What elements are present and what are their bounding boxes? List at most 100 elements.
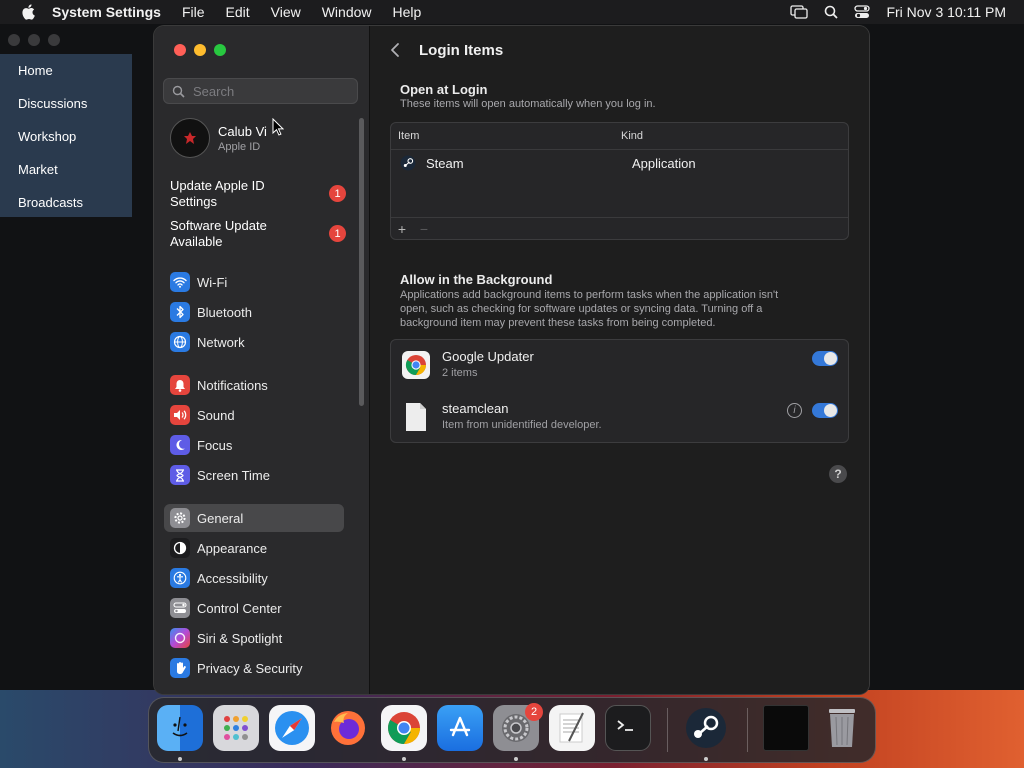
sidebar-item-label: Sound (197, 407, 235, 423)
column-header-kind[interactable]: Kind (621, 130, 643, 142)
sidebar-scrollbar[interactable] (359, 118, 364, 406)
sidebar-item-label: Wi-Fi (197, 274, 228, 290)
column-header-item[interactable]: Item (398, 130, 419, 142)
firefox-icon[interactable] (325, 705, 371, 751)
search-input[interactable] (191, 82, 345, 100)
trash-icon[interactable] (819, 705, 865, 751)
bluetooth-icon (170, 302, 190, 322)
back-chevron-icon[interactable] (390, 42, 400, 63)
sidebar-item-label: Appearance (197, 540, 268, 556)
remove-item-button[interactable]: − (413, 221, 435, 237)
sidebar-item-notifications[interactable]: Notifications (164, 371, 344, 399)
switches-icon (170, 598, 190, 618)
open-at-login-title: Open at Login (400, 82, 488, 97)
zoom-button[interactable] (214, 44, 226, 56)
login-items-table: Item Kind Steam Application + − (390, 122, 849, 240)
background-window-controls (8, 34, 60, 46)
steam-icon (400, 155, 416, 174)
terminal-icon[interactable] (605, 705, 651, 751)
dock: 2 (148, 697, 876, 763)
bg-nav-market[interactable]: Market (0, 153, 132, 186)
page-title: Login Items (419, 42, 504, 59)
software-update-alert[interactable]: Software Update Available 1 (170, 218, 350, 250)
textedit-icon[interactable] (549, 705, 595, 751)
minimize-button[interactable] (194, 44, 206, 56)
control-center-icon[interactable] (854, 5, 871, 19)
menu-edit[interactable]: Edit (226, 4, 250, 20)
app-store-icon[interactable] (437, 705, 483, 751)
sidebar-item-appearance[interactable]: Appearance (164, 534, 344, 562)
steam-icon[interactable] (683, 705, 729, 751)
bg-nav-home[interactable]: Home (0, 54, 132, 87)
running-indicator (514, 757, 518, 761)
subtitle-line: Applications add background items to per… (400, 289, 779, 301)
sidebar-item-label: Focus (197, 437, 233, 453)
search-field[interactable] (163, 78, 358, 104)
open-at-login-subtitle: These items will open automatically when… (400, 98, 656, 110)
update-apple-id-alert[interactable]: Update Apple ID Settings 1 (170, 178, 350, 210)
help-button[interactable]: ? (829, 465, 847, 483)
list-item: Google Updater 2 items (391, 340, 848, 392)
menu-clock[interactable]: Fri Nov 3 10:11 PM (886, 4, 1006, 20)
sidebar-item-label: Bluetooth (197, 304, 252, 320)
bell-icon (170, 375, 190, 395)
google-updater-toggle[interactable] (812, 351, 838, 366)
notification-badge: 1 (329, 185, 346, 202)
sidebar-item-general[interactable]: General (164, 504, 344, 532)
menu-window[interactable]: Window (322, 4, 372, 20)
speaker-icon (170, 405, 190, 425)
running-indicator (402, 757, 406, 761)
menu-file[interactable]: File (182, 4, 205, 20)
add-item-button[interactable]: + (391, 221, 413, 237)
safari-icon[interactable] (269, 705, 315, 751)
search-icon (172, 85, 185, 98)
sidebar-item-focus[interactable]: Focus (164, 431, 344, 459)
menu-bar: System Settings File Edit View Window He… (0, 0, 1024, 24)
sidebar-item-bluetooth[interactable]: Bluetooth (164, 298, 344, 326)
sidebar-item-label: General (197, 510, 244, 526)
bg-nav-workshop[interactable]: Workshop (0, 120, 132, 153)
alert-line: Software Update (170, 218, 267, 233)
window-controls (174, 44, 226, 56)
background-item-name: Google Updater (442, 349, 534, 364)
sidebar-item-network[interactable]: Network (164, 328, 344, 356)
sidebar-item-accessibility[interactable]: Accessibility (164, 564, 344, 592)
siri-icon (170, 628, 190, 648)
close-button[interactable] (174, 44, 186, 56)
wifi-icon (170, 272, 190, 292)
sidebar-item-screen-time[interactable]: Screen Time (164, 461, 344, 489)
sidebar-item-siri-spotlight[interactable]: Siri & Spotlight (164, 624, 344, 652)
login-item-kind: Application (632, 156, 696, 171)
window-icon[interactable] (763, 705, 809, 751)
launchpad-icon[interactable] (213, 705, 259, 751)
sidebar-item-label: Privacy & Security (197, 660, 303, 676)
menu-app-name[interactable]: System Settings (52, 4, 161, 20)
table-header: Item Kind (391, 123, 848, 150)
sidebar-item-wifi[interactable]: Wi-Fi (164, 268, 344, 296)
bg-nav-discussions[interactable]: Discussions (0, 87, 132, 120)
alert-line: Update Apple ID (170, 178, 265, 193)
sidebar-item-control-center[interactable]: Control Center (164, 594, 344, 622)
settings-sidebar: Calub Vi Apple ID Update Apple ID Settin… (154, 26, 370, 694)
bg-nav-broadcasts[interactable]: Broadcasts (0, 186, 132, 219)
sidebar-item-privacy-security[interactable]: Privacy & Security (164, 654, 344, 682)
finder-icon[interactable] (157, 705, 203, 751)
sidebar-item-sound[interactable]: Sound (164, 401, 344, 429)
apple-id-account[interactable]: Calub Vi Apple ID (170, 118, 267, 158)
steamclean-toggle[interactable] (812, 403, 838, 418)
sidebar-item-label: Screen Time (197, 467, 270, 483)
apple-menu-icon[interactable] (18, 4, 38, 20)
alert-line: Available (170, 234, 223, 249)
screen-mirroring-icon[interactable] (790, 5, 809, 19)
chrome-icon[interactable] (381, 705, 427, 751)
sidebar-item-label: Control Center (197, 600, 282, 616)
info-icon[interactable]: i (787, 403, 802, 418)
menu-help[interactable]: Help (393, 4, 422, 20)
login-items-pane: Login Items Open at Login These items wi… (370, 26, 869, 694)
menu-view[interactable]: View (271, 4, 301, 20)
login-item-name: Steam (426, 156, 464, 171)
table-row[interactable]: Steam Application (391, 150, 848, 178)
dock-separator (667, 708, 668, 752)
background-items-list: Google Updater 2 items steamclean Item f… (390, 339, 849, 443)
spotlight-search-icon[interactable] (824, 5, 839, 19)
